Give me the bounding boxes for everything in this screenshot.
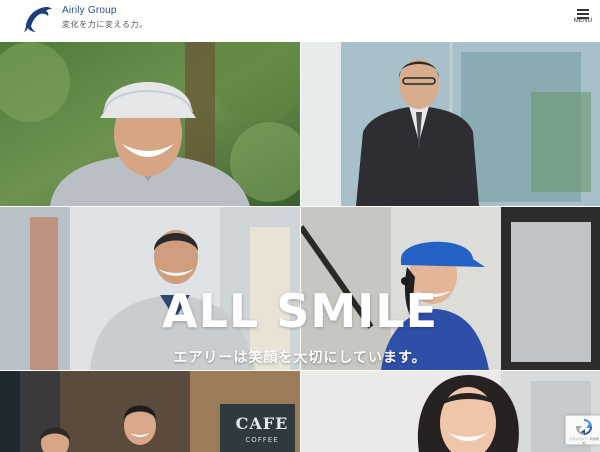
recaptcha-badge[interactable]: プライバシー · 利用規約 — [565, 415, 600, 445]
cafe-sign-subtext: COFFEE — [245, 436, 279, 444]
brand-name[interactable]: Airily Group — [62, 5, 117, 16]
cafe-sign-text: CAFE — [235, 414, 289, 433]
recaptcha-terms[interactable]: プライバシー · 利用規約 — [568, 437, 600, 445]
menu-button[interactable]: MENU — [570, 6, 596, 34]
hamburger-menu-icon — [577, 9, 589, 19]
tagline: 変化を力に変える力。 — [62, 20, 148, 29]
photo-woman-smiling — [301, 371, 600, 452]
photo-cafe-staff: CAFE COFFEE — [0, 371, 300, 452]
recaptcha-icon — [576, 419, 592, 435]
photo-worker-helmet — [0, 42, 300, 206]
site-header: Airily Group 変化を力に変える力。 MENU — [0, 0, 600, 42]
photo-businessman-suit — [301, 42, 600, 206]
menu-label: MENU — [573, 18, 593, 24]
dolphin-logo-icon[interactable] — [22, 3, 54, 33]
photo-grid: CAFE COFFEE — [0, 42, 600, 452]
hero-subtitle: エアリーは笑顔を大切にしています。 — [173, 350, 427, 366]
hero-title: ALL SMILE — [162, 284, 438, 338]
